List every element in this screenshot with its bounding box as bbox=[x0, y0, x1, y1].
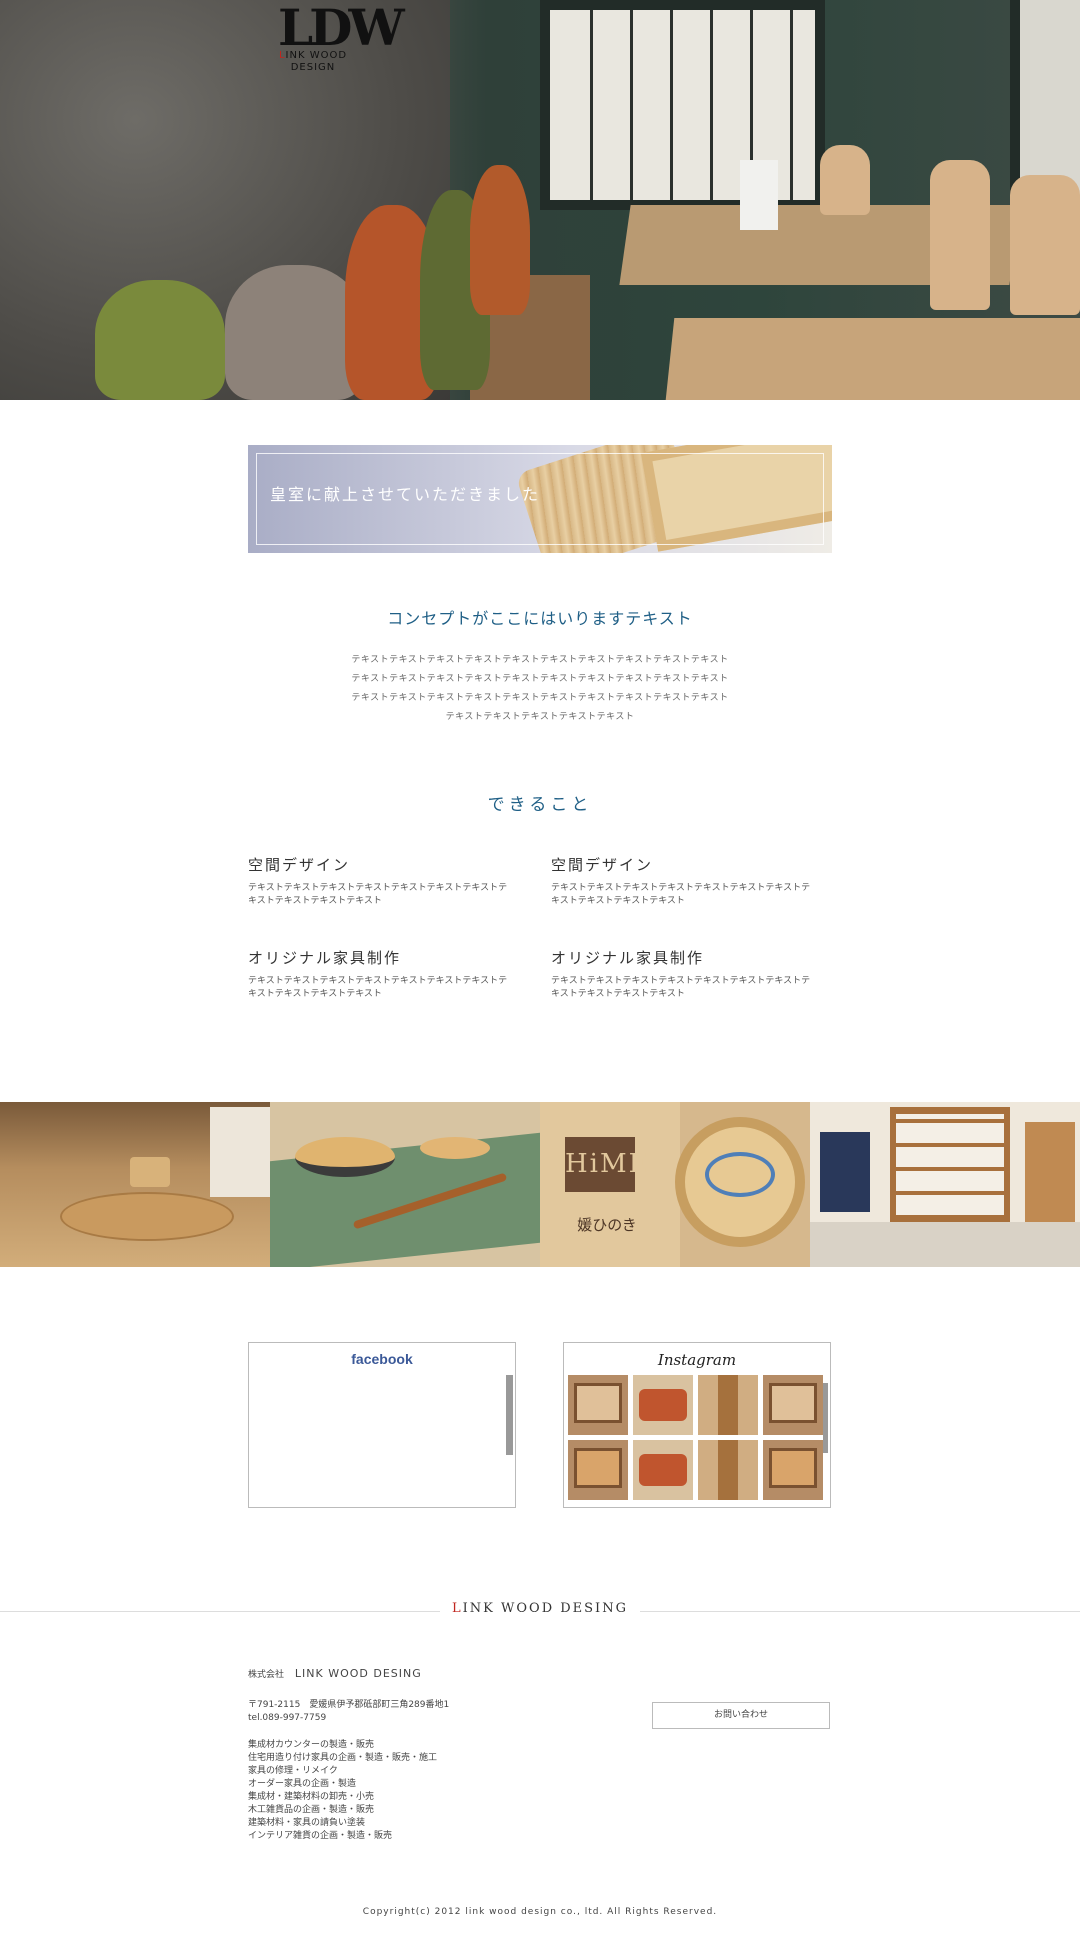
concept-text-line: テキストテキストテキストテキストテキストテキストテキストテキストテキストテキスト bbox=[351, 693, 729, 703]
company-address: 〒791-2115 愛媛県伊予郡砥部町三角289番地1 bbox=[248, 1700, 450, 1710]
business-item: 建築材料・家具の請負い塗装 bbox=[248, 1818, 366, 1828]
facebook-scrollbar[interactable] bbox=[506, 1375, 513, 1455]
photo-green-cloth[interactable] bbox=[270, 1102, 540, 1267]
logo-text-rest: INK WOOD bbox=[285, 50, 348, 61]
hero-cup bbox=[740, 160, 778, 230]
hero-window bbox=[540, 0, 825, 210]
business-item: 木工雑貨品の企画・製造・販売 bbox=[248, 1805, 375, 1815]
service-item-text: テキストテキストテキストテキストテキストテキストテキストテキストテキストテキスト… bbox=[551, 883, 811, 906]
instagram-tile[interactable] bbox=[763, 1440, 823, 1500]
service-item-title: 空間デザイン bbox=[551, 856, 654, 874]
company-tel: tel.089-997-7759 bbox=[248, 1713, 327, 1723]
hero-pillow bbox=[225, 265, 365, 400]
concept-text-line: テキストテキストテキストテキストテキストテキストテキストテキストテキストテキスト bbox=[351, 655, 729, 665]
facebook-label: facebook bbox=[351, 1351, 413, 1367]
concept-text-line: テキストテキストテキストテキストテキストテキストテキストテキストテキストテキスト bbox=[351, 674, 729, 684]
company-prefix: 株式会社 bbox=[248, 1670, 285, 1680]
service-item-title: 空間デザイン bbox=[248, 856, 351, 874]
logo-text-accent: L bbox=[278, 50, 286, 61]
business-item: 住宅用造り付け家具の企画・製造・販売・施工 bbox=[248, 1753, 438, 1763]
instagram-tile[interactable] bbox=[568, 1375, 628, 1435]
instagram-widget[interactable]: Instagram bbox=[563, 1342, 831, 1508]
business-item: オーダー家具の企画・製造 bbox=[248, 1779, 357, 1789]
concept-title: コンセプトがここにはいりますテキスト bbox=[387, 609, 693, 628]
hero-image bbox=[0, 0, 1080, 400]
concept-text-line: テキストテキストテキストテキストテキスト bbox=[445, 712, 635, 722]
service-item-text: テキストテキストテキストテキストテキストテキストテキストテキストテキストテキスト… bbox=[248, 976, 508, 999]
instagram-label: Instagram bbox=[657, 1351, 737, 1369]
photo-wood-plates[interactable] bbox=[0, 1102, 270, 1267]
services-title: できること bbox=[487, 795, 593, 815]
business-item: 集成材・建築材料の卸売・小売 bbox=[248, 1792, 375, 1802]
footer-brand-rest: INK WOOD DESING bbox=[462, 1601, 628, 1616]
instagram-scrollbar[interactable] bbox=[823, 1383, 828, 1453]
instagram-tile[interactable] bbox=[698, 1375, 758, 1435]
hero-chair bbox=[820, 145, 870, 215]
instagram-tile[interactable] bbox=[568, 1440, 628, 1500]
copyright: Copyright(c) 2012 link wood design co., … bbox=[362, 1907, 718, 1917]
logo-text: LINK WOOD bbox=[278, 50, 348, 62]
photo-shop-shelf[interactable] bbox=[810, 1102, 1080, 1267]
business-item: インテリア雑貨の企画・製造・販売 bbox=[248, 1831, 393, 1841]
instagram-tile[interactable] bbox=[633, 1440, 693, 1500]
business-item: 集成材カウンターの製造・販売 bbox=[248, 1740, 375, 1750]
instagram-tile[interactable] bbox=[633, 1375, 693, 1435]
contact-button[interactable]: お問い合わせ bbox=[652, 1702, 830, 1729]
hero-pillow bbox=[470, 165, 530, 315]
instagram-tile[interactable] bbox=[698, 1440, 758, 1500]
service-item-title: オリジナル家具制作 bbox=[248, 949, 402, 967]
logo-mark: LDW bbox=[278, 0, 405, 57]
service-item-text: テキストテキストテキストテキストテキストテキストテキストテキストテキストテキスト… bbox=[248, 883, 508, 906]
hero-chair bbox=[930, 160, 990, 310]
business-item: 家具の修理・リメイク bbox=[248, 1766, 338, 1776]
hero-window-right bbox=[1010, 0, 1080, 200]
hero-pillow bbox=[95, 280, 225, 400]
hime-caption: 媛ひのき bbox=[577, 1216, 637, 1234]
service-item-text: テキストテキストテキストテキストテキストテキストテキストテキストテキストテキスト… bbox=[551, 976, 811, 999]
banner-title: 皇室に献上させていただきました bbox=[270, 485, 541, 504]
logo-text-line2: DESIGN bbox=[290, 62, 336, 73]
hero-table bbox=[665, 318, 1080, 400]
imperial-banner[interactable]: 皇室に献上させていただきました bbox=[248, 445, 832, 553]
site-logo[interactable]: LDW LINK WOOD DESIGN bbox=[278, 0, 405, 136]
facebook-widget[interactable]: facebook bbox=[248, 1342, 516, 1508]
instagram-tile[interactable] bbox=[763, 1375, 823, 1435]
hime-logo: HiME bbox=[565, 1137, 648, 1192]
footer-brand: LINK WOOD DESING bbox=[440, 1601, 640, 1616]
footer-brand-accent: L bbox=[452, 1601, 463, 1616]
company-name: 株式会社 LINK WOOD DESING bbox=[248, 1667, 422, 1682]
hero-chair bbox=[1010, 175, 1080, 315]
company-name-text: LINK WOOD DESING bbox=[294, 1667, 422, 1680]
photo-hime-sign[interactable]: HiME 媛ひのき bbox=[540, 1102, 810, 1267]
photo-strip: HiME 媛ひのき bbox=[0, 1102, 1080, 1267]
service-item-title: オリジナル家具制作 bbox=[551, 949, 705, 967]
